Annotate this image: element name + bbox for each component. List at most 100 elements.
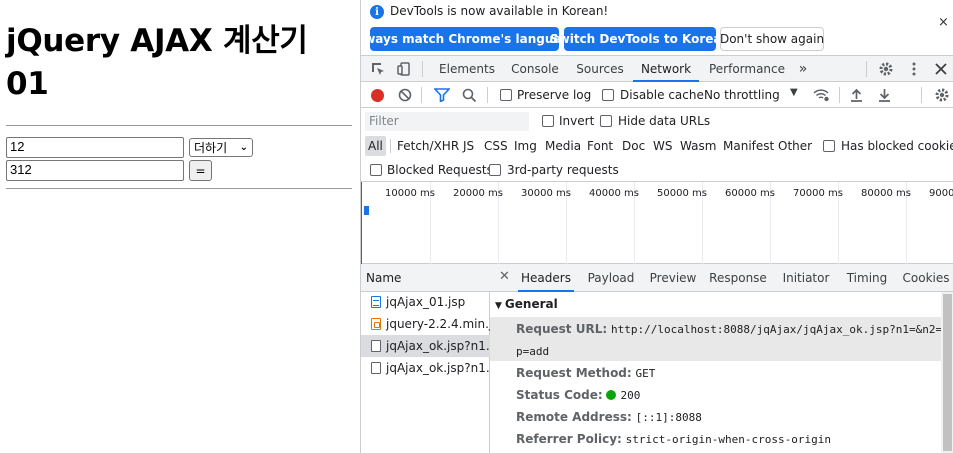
request-name-list: Name jqAjax_01.jsp jquery-2.2.4.min.js j…: [361, 264, 490, 453]
type-filter-font[interactable]: Font: [584, 136, 616, 156]
type-filter-wasm[interactable]: Wasm: [677, 136, 719, 156]
details-scrollbar[interactable]: [941, 292, 953, 453]
tab-preview[interactable]: Preview: [645, 264, 701, 292]
filter-input[interactable]: Filter: [365, 112, 529, 131]
throttling-dropdown-icon[interactable]: ▼: [790, 87, 798, 98]
operator-select[interactable]: 더하기 ⌄: [189, 138, 253, 157]
request-name: jquery-2.2.4.min.js: [386, 317, 490, 331]
disable-cache-label: Disable cache: [620, 88, 704, 102]
type-filter-other[interactable]: Other: [775, 136, 815, 156]
network-settings-gear-icon[interactable]: [934, 87, 950, 103]
invert-checkbox[interactable]: [542, 115, 554, 127]
record-icon[interactable]: [371, 89, 384, 102]
tab-network[interactable]: Network: [633, 56, 699, 82]
hide-data-urls-checkbox[interactable]: [600, 115, 612, 127]
network-overview-timeline[interactable]: 10000 ms 20000 ms 30000 ms 40000 ms 5000…: [361, 182, 953, 264]
type-filter-js[interactable]: JS: [460, 136, 477, 156]
always-match-language-button[interactable]: Always match Chrome's language: [361, 27, 578, 51]
xhr-file-icon: [371, 340, 381, 352]
export-har-icon[interactable]: [878, 88, 891, 102]
switch-devtools-korean-button[interactable]: Switch DevTools to Korean: [550, 27, 730, 51]
kebab-menu-icon[interactable]: [906, 61, 922, 77]
has-blocked-cookies-label: Has blocked cookies: [841, 139, 953, 153]
request-url-key: Request URL:: [516, 322, 608, 336]
request-row[interactable]: jquery-2.2.4.min.js: [361, 313, 490, 335]
import-har-icon[interactable]: [850, 88, 863, 102]
has-blocked-cookies-checkbox[interactable]: [823, 140, 835, 152]
tab-response[interactable]: Response: [705, 264, 771, 292]
tab-initiator[interactable]: Initiator: [774, 264, 838, 292]
tab-headers[interactable]: Headers: [518, 264, 574, 292]
tab-elements[interactable]: Elements: [431, 56, 503, 82]
tab-cookies[interactable]: Cookies: [898, 264, 953, 292]
number1-input[interactable]: 12: [6, 137, 184, 158]
timeline-tick-label: 80000 ms: [861, 188, 911, 199]
type-filter-all[interactable]: All: [365, 136, 386, 156]
third-party-label: 3rd-party requests: [507, 163, 619, 177]
remote-address-key: Remote Address:: [516, 410, 632, 424]
remote-address-row: Remote Address: [::1]:8088: [516, 410, 702, 424]
triangle-down-icon: ▼: [495, 301, 502, 311]
inspect-element-icon[interactable]: [370, 61, 386, 77]
request-row[interactable]: jqAjax_01.jsp: [361, 291, 490, 313]
toolbar-separator: [422, 61, 423, 77]
general-section-header[interactable]: ▼ General: [495, 297, 558, 311]
request-method-key: Request Method:: [516, 366, 632, 380]
type-filter-manifest[interactable]: Manifest: [720, 136, 777, 156]
requests-pane: Name jqAjax_01.jsp jquery-2.2.4.min.js j…: [361, 264, 953, 453]
request-method-row: Request Method: GET: [516, 366, 655, 380]
request-row[interactable]: jqAjax_ok.jsp?n1...: [361, 357, 490, 379]
timeline-tick-label: 10000 ms: [385, 188, 435, 199]
tab-payload[interactable]: Payload: [583, 264, 639, 292]
request-details: ✕ Headers Payload Preview Response Initi…: [490, 264, 953, 453]
status-code-key: Status Code:: [516, 388, 603, 402]
referrer-policy-value: strict-origin-when-cross-origin: [625, 433, 831, 446]
device-toolbar-icon[interactable]: [396, 61, 412, 77]
clear-icon[interactable]: [398, 88, 412, 102]
request-url-value: http://localhost:8088/jqAjax/jqAjax_ok.j…: [610, 323, 953, 336]
type-filter-css[interactable]: CSS: [481, 136, 511, 156]
request-row[interactable]: jqAjax_ok.jsp?n1...: [361, 335, 490, 357]
type-filter-fetch-xhr[interactable]: Fetch/XHR: [394, 136, 462, 156]
filter-funnel-icon[interactable]: [434, 88, 450, 102]
search-icon[interactable]: [462, 88, 477, 103]
close-icon[interactable]: ✕: [499, 269, 510, 284]
close-icon[interactable]: ×: [938, 15, 949, 30]
request-url-row: Request URL: http://localhost:8088/jqAja…: [516, 322, 953, 336]
blocked-requests-bar: Blocked Requests 3rd-party requests: [361, 158, 953, 182]
request-url-row-continued: p=add: [516, 344, 549, 358]
throttling-select[interactable]: No throttling: [704, 88, 780, 102]
type-filter-doc[interactable]: Doc: [619, 136, 648, 156]
tab-console[interactable]: Console: [504, 56, 566, 82]
chevron-down-icon: ⌄: [239, 142, 248, 153]
scrollbar-thumb[interactable]: [943, 294, 952, 451]
toolbar-separator: [421, 87, 422, 103]
more-tabs-icon[interactable]: »: [793, 56, 813, 82]
type-filter-img[interactable]: Img: [511, 136, 540, 156]
tab-sources[interactable]: Sources: [569, 56, 631, 82]
close-devtools-icon[interactable]: [933, 61, 949, 77]
dont-show-again-button[interactable]: Don't show again: [720, 27, 824, 51]
request-method-value: GET: [635, 367, 656, 380]
tab-timing[interactable]: Timing: [842, 264, 892, 292]
equals-button[interactable]: =: [189, 160, 212, 181]
name-column-header[interactable]: Name: [361, 264, 490, 292]
referrer-policy-row: Referrer Policy: strict-origin-when-cros…: [516, 432, 831, 446]
status-code-value: 200: [620, 389, 641, 402]
blocked-requests-label: Blocked Requests: [387, 163, 493, 177]
timeline-tick-label: 30000 ms: [521, 188, 571, 199]
type-filter-ws[interactable]: WS: [650, 136, 675, 156]
tab-performance[interactable]: Performance: [703, 56, 791, 82]
network-conditions-icon[interactable]: [813, 88, 830, 102]
type-filter-media[interactable]: Media: [542, 136, 584, 156]
preserve-log-checkbox[interactable]: [500, 89, 512, 101]
disable-cache-checkbox[interactable]: [602, 89, 614, 101]
info-icon: i: [370, 5, 384, 19]
invert-label: Invert: [559, 114, 595, 128]
result-input[interactable]: 312: [6, 160, 184, 181]
timeline-tick-label: 50000 ms: [657, 188, 707, 199]
status-code-row: Status Code: 200: [516, 388, 640, 402]
blocked-requests-checkbox[interactable]: [370, 164, 382, 176]
settings-gear-icon[interactable]: [878, 61, 894, 77]
third-party-checkbox[interactable]: [489, 164, 501, 176]
